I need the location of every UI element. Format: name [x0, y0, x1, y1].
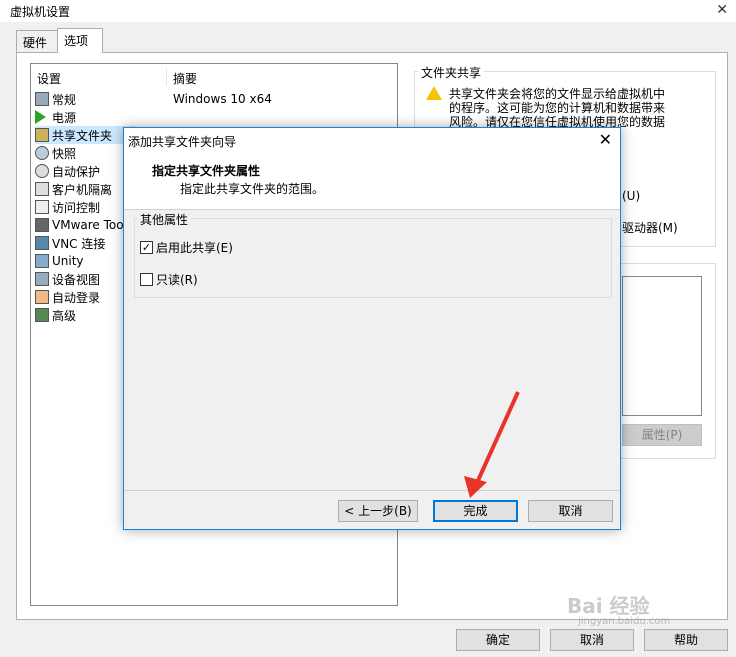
isolation-icon	[35, 182, 49, 196]
settings-item-vnc[interactable]: VNC 连接	[35, 234, 105, 252]
dialog-header: 指定共享文件夹属性 指定此共享文件夹的范围。	[124, 154, 620, 210]
warning-icon	[426, 86, 442, 100]
column-divider[interactable]	[166, 68, 167, 86]
folders-list[interactable]	[622, 276, 702, 416]
dialog-body: 其他属性 ✓ 启用此共享(E) 只读(R)	[124, 211, 620, 491]
settings-item-isolation[interactable]: 客户机隔离	[35, 180, 112, 198]
close-icon[interactable]: ✕	[716, 2, 728, 18]
power-icon	[35, 110, 46, 124]
dialog-close-icon[interactable]: ✕	[599, 130, 612, 149]
unity-icon	[35, 254, 49, 268]
window-title: 虚拟机设置	[10, 5, 71, 19]
autoprotect-icon	[35, 164, 49, 178]
enable-share-checkbox-row[interactable]: ✓ 启用此共享(E)	[140, 239, 233, 256]
general-icon	[35, 92, 49, 106]
watermark-url: jingyan.baidu.com	[578, 616, 671, 627]
dialog-title: 添加共享文件夹向导	[128, 135, 237, 149]
access-control-icon	[35, 200, 49, 214]
window-titlebar: 虚拟机设置 ✕	[0, 0, 736, 22]
properties-button[interactable]: 属性(P)	[622, 424, 702, 446]
enable-share-label: 启用此共享(E)	[156, 241, 233, 255]
readonly-checkbox-row[interactable]: 只读(R)	[140, 271, 198, 288]
device-view-icon	[35, 272, 49, 286]
dialog-heading: 指定共享文件夹属性	[152, 164, 261, 178]
settings-item-advanced[interactable]: 高级	[35, 306, 76, 324]
shared-folders-title: 文件夹共享	[418, 64, 485, 81]
autologin-icon	[35, 290, 49, 304]
add-shared-folder-wizard: 添加共享文件夹向导 ✕ 指定共享文件夹属性 指定此共享文件夹的范围。 其他属性 …	[123, 127, 621, 530]
settings-item-power[interactable]: 电源	[35, 108, 76, 126]
dialog-titlebar: 添加共享文件夹向导 ✕	[124, 128, 620, 154]
vnc-icon	[35, 236, 49, 250]
dialog-cancel-button[interactable]: 取消	[528, 500, 613, 522]
settings-item-shared-folders[interactable]: 共享文件夹	[35, 126, 135, 144]
partial-option-u[interactable]: (U)	[622, 189, 640, 203]
settings-item-access-control[interactable]: 访问控制	[35, 198, 100, 216]
snapshot-icon	[35, 146, 49, 160]
summary-value: Windows 10 x64	[173, 92, 272, 106]
watermark-logo: Bai 经验	[567, 594, 650, 618]
other-properties-title: 其他属性	[137, 211, 192, 228]
col-setting-header: 设置	[37, 72, 62, 86]
tab-hardware[interactable]: 硬件	[16, 30, 58, 52]
advanced-icon	[35, 308, 49, 322]
readonly-checkbox[interactable]	[140, 273, 153, 286]
tab-options[interactable]: 选项	[57, 28, 103, 53]
shared-folder-icon	[35, 128, 49, 142]
settings-item-general[interactable]: 常规	[35, 90, 76, 108]
settings-item-snapshot[interactable]: 快照	[35, 144, 76, 162]
back-button[interactable]: < 上一步(B)	[338, 500, 418, 522]
settings-item-autologin[interactable]: 自动登录	[35, 288, 100, 306]
settings-item-vmware-tools[interactable]: VMware Too	[35, 216, 124, 234]
settings-item-autoprotect[interactable]: 自动保护	[35, 162, 100, 180]
help-button[interactable]: 帮助	[644, 629, 728, 651]
ok-button[interactable]: 确定	[456, 629, 540, 651]
dialog-subheading: 指定此共享文件夹的范围。	[180, 182, 325, 196]
enable-share-checkbox[interactable]: ✓	[140, 241, 153, 254]
finish-button[interactable]: 完成	[433, 500, 518, 522]
settings-item-unity[interactable]: Unity	[35, 252, 84, 270]
col-summary-header: 摘要	[173, 72, 198, 86]
cancel-button[interactable]: 取消	[550, 629, 634, 651]
partial-option-m[interactable]: 驱动器(M)	[622, 219, 678, 236]
settings-item-device-view[interactable]: 设备视图	[35, 270, 100, 288]
other-properties-group	[134, 218, 612, 298]
readonly-label: 只读(R)	[156, 273, 198, 287]
vmware-tools-icon	[35, 218, 49, 232]
